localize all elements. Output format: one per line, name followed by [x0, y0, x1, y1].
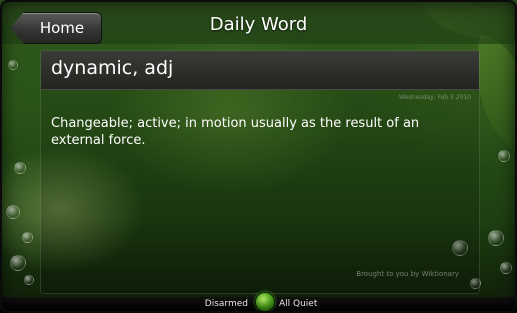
header-bar: Home Daily Word	[0, 0, 517, 44]
water-drop	[498, 150, 510, 162]
word-definition: Changeable; active; in motion usually as…	[51, 116, 420, 148]
word-card: dynamic, adj Wednesday, Feb 3 2010 Chang…	[40, 50, 480, 294]
status-bar: Disarmed All Quiet	[0, 292, 517, 313]
water-drop	[8, 60, 18, 70]
screen-title: Daily Word	[209, 14, 308, 35]
water-drop	[10, 255, 26, 271]
water-drop	[24, 275, 34, 285]
word-heading: dynamic, adj	[51, 57, 174, 79]
water-drop	[500, 262, 512, 274]
system-status-label: All Quiet	[279, 299, 318, 309]
water-drop	[6, 205, 20, 219]
daily-word-screen: Home Daily Word dynamic, adj Wednesday, …	[0, 0, 517, 313]
water-drop	[22, 232, 33, 243]
water-drop	[488, 230, 504, 246]
word-date: Wednesday, Feb 3 2010	[398, 94, 471, 101]
source-attribution: Brought to you by Wiktionary	[356, 270, 459, 278]
water-drop	[14, 162, 26, 174]
arm-status-label: Disarmed	[204, 299, 248, 309]
status-indicator-icon[interactable]	[255, 292, 275, 312]
word-heading-bar: dynamic, adj	[41, 51, 479, 90]
